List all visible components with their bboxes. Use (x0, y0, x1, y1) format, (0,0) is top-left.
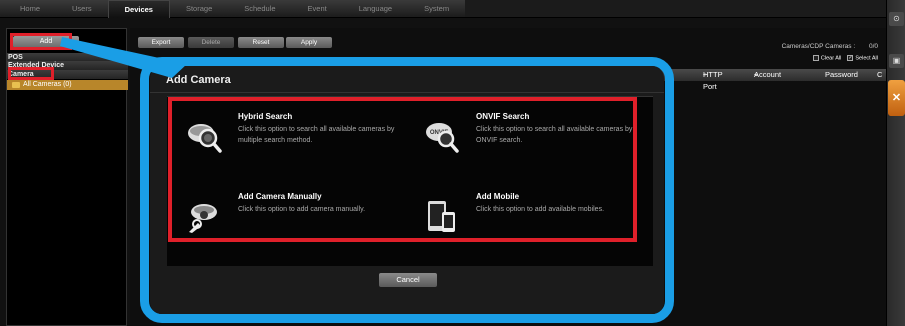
tab-home[interactable]: Home (4, 0, 56, 18)
delete-button[interactable]: Delete (188, 37, 234, 48)
tab-bar-spacer (465, 0, 886, 17)
tab-event[interactable]: Event (292, 0, 343, 18)
tab-system[interactable]: System (408, 0, 465, 18)
tab-users[interactable]: Users (56, 0, 108, 18)
device-tree-panel: Add POS Extended Device Camera All Camer… (6, 28, 128, 326)
col-http-port[interactable]: HTTP Port ÷ (703, 69, 722, 91)
monitor-icon[interactable]: ▣ (889, 54, 904, 68)
dialog-title: Add Camera (166, 74, 231, 86)
cancel-button[interactable]: Cancel (379, 273, 437, 287)
dialog-divider (150, 92, 664, 93)
highlight-camera-box (8, 67, 54, 80)
all-cameras-label: All Cameras (0) (23, 81, 72, 88)
selection-options: Clear All ✓ Select All (812, 55, 878, 61)
table-header: HTTP Port ÷ Account ÷ Password C (660, 69, 886, 91)
highlight-options-box (168, 97, 637, 242)
right-side-bar: ⊙ ▣ ✕ (886, 0, 905, 326)
col-password[interactable]: Password (825, 69, 858, 81)
apply-button[interactable]: Apply (286, 37, 332, 48)
camera-count-value: 0/0 (868, 43, 878, 50)
highlight-add-box (10, 33, 72, 50)
folder-icon (12, 82, 20, 88)
tab-language[interactable]: Language (343, 0, 408, 18)
tab-storage[interactable]: Storage (170, 0, 228, 18)
top-tab-bar: Home Users Devices Storage Schedule Even… (0, 0, 886, 18)
tree-item-all-cameras[interactable]: All Cameras (0) (7, 80, 128, 90)
col-account[interactable]: Account ÷ (754, 69, 781, 81)
reset-button[interactable]: Reset (238, 37, 284, 48)
export-button[interactable]: Export (138, 37, 184, 48)
add-camera-dialog: Add Camera Hybrid Search Click this opti… (150, 66, 664, 314)
clear-all-checkbox[interactable]: Clear All (812, 55, 841, 61)
camera-count: Cameras/CDP Cameras : 0/0 (782, 43, 878, 50)
app-root: Home Users Devices Storage Schedule Even… (0, 0, 905, 326)
select-all-checkbox[interactable]: ✓ Select All (847, 55, 878, 61)
tab-schedule[interactable]: Schedule (228, 0, 291, 18)
power-icon[interactable]: ⊙ (889, 12, 904, 26)
camera-count-label: Cameras/CDP Cameras : (781, 43, 856, 50)
col-c[interactable]: C (877, 69, 882, 81)
tools-icon[interactable]: ✕ (888, 80, 905, 116)
tab-devices[interactable]: Devices (107, 0, 170, 18)
